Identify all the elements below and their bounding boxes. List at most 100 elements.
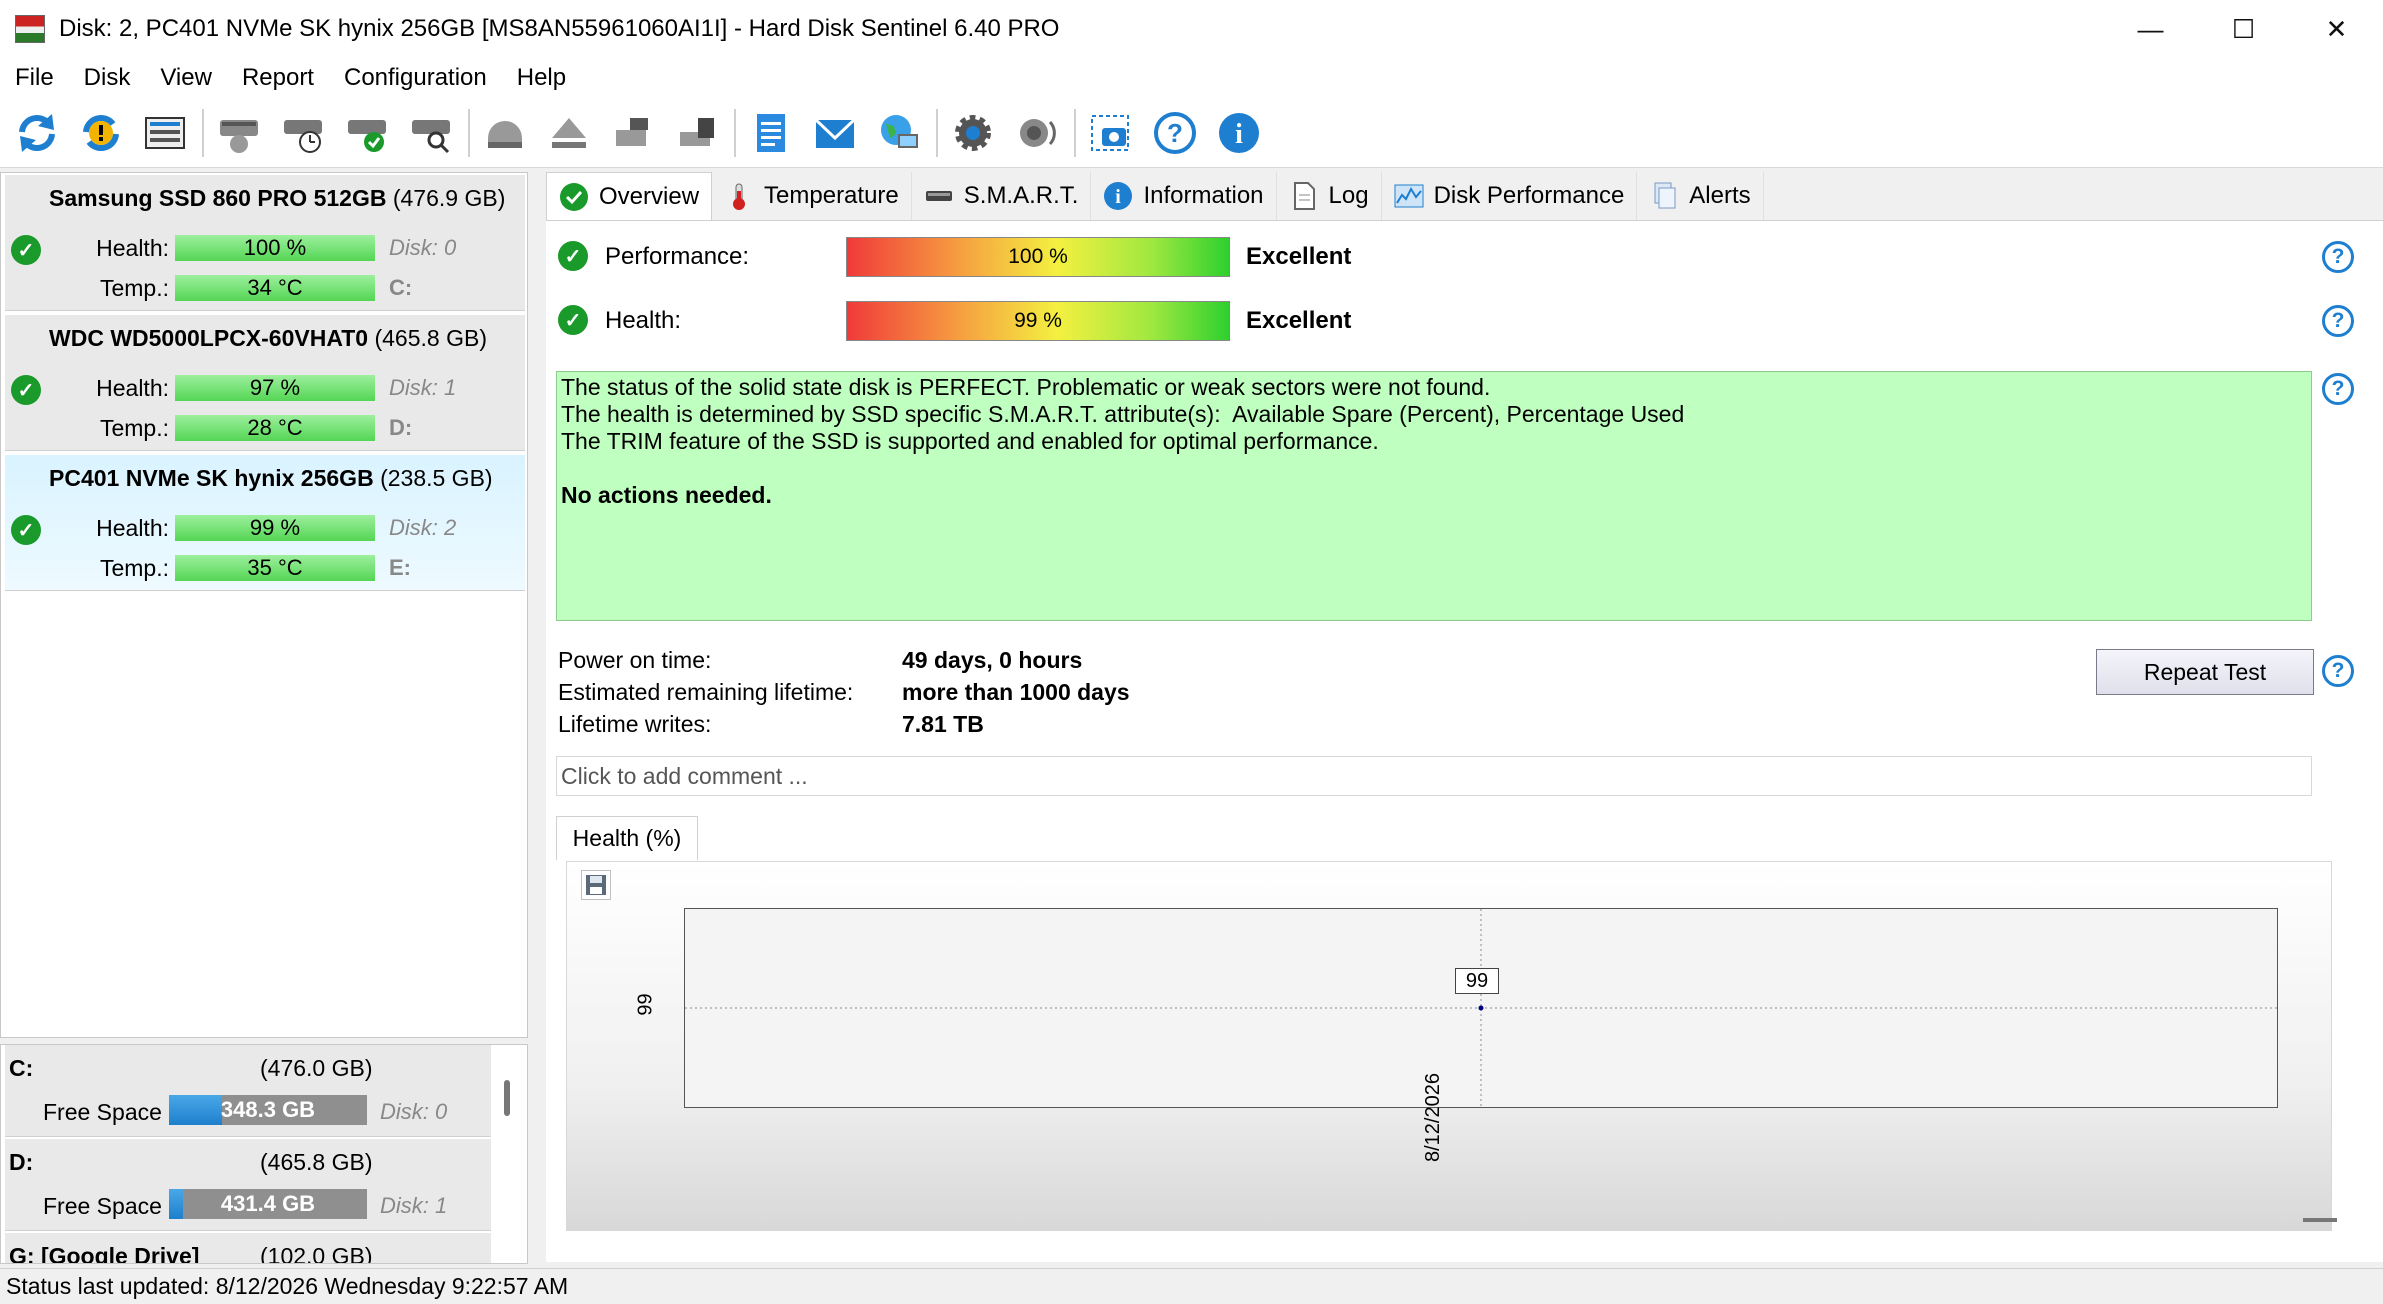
- temp-bar: 34 °C: [175, 275, 375, 301]
- menu-report[interactable]: Report: [227, 64, 329, 92]
- tab-log[interactable]: Log: [1276, 172, 1382, 220]
- tab-disk-performance[interactable]: Disk Performance: [1381, 172, 1638, 220]
- volume-size: (102.0 GB): [260, 1243, 373, 1264]
- free-space-value: 431.4 GB: [220, 1191, 316, 1216]
- disk-card-0[interactable]: Samsung SSD 860 PRO 512GB (476.9 GB) ✓ H…: [5, 175, 525, 311]
- repeat-test-button[interactable]: Repeat Test: [2096, 649, 2314, 695]
- power-on-label: Power on time:: [558, 647, 712, 673]
- toolbar: ? i: [0, 98, 2383, 168]
- check-icon: ✓: [558, 305, 588, 335]
- disk-schedule-icon[interactable]: [276, 106, 330, 160]
- status-line: The TRIM feature of the SSD is supported…: [561, 428, 1379, 454]
- tab-smart[interactable]: S.M.A.R.T.: [911, 172, 1092, 220]
- volume-disk: Disk: 1: [380, 1193, 448, 1218]
- health-bar: 99 %: [846, 301, 1230, 341]
- refresh-alert-icon[interactable]: [74, 106, 128, 160]
- tab-label: Information: [1143, 182, 1264, 209]
- tab-information[interactable]: i Information: [1091, 172, 1277, 220]
- alerts-icon: [1649, 181, 1679, 211]
- drive-gray-icon[interactable]: [478, 106, 532, 160]
- comment-field[interactable]: Click to add comment ...: [556, 756, 2312, 796]
- free-space-label: Free Space: [43, 1193, 162, 1219]
- help-icon[interactable]: ?: [2322, 305, 2354, 337]
- remaining-lifetime-label: Estimated remaining lifetime:: [558, 679, 854, 705]
- close-button[interactable]: ✕: [2290, 0, 2383, 58]
- refresh-icon[interactable]: [10, 106, 64, 160]
- y-tick-label: 99: [634, 993, 657, 1016]
- tab-temperature[interactable]: Temperature: [712, 172, 912, 220]
- health-label: Health:: [605, 307, 682, 334]
- volume-size: (465.8 GB): [260, 1149, 373, 1175]
- chart-resize-handle[interactable]: [2303, 1218, 2337, 1222]
- volume-item-g[interactable]: G: [Google Drive] (102.0 GB): [5, 1233, 491, 1264]
- menu-help[interactable]: Help: [502, 64, 581, 92]
- status-line: The status of the solid state disk is PE…: [561, 374, 1491, 400]
- volume-scrollbar[interactable]: [504, 1080, 510, 1116]
- help-icon[interactable]: ?: [2322, 373, 2354, 405]
- menu-disk[interactable]: Disk: [69, 64, 146, 92]
- data-label: 99: [1455, 968, 1499, 994]
- save-icon[interactable]: [581, 870, 611, 900]
- health-value: 99 %: [1014, 309, 1062, 332]
- disk-name: PC401 NVMe SK hynix 256GB: [49, 465, 374, 491]
- menu-view[interactable]: View: [145, 64, 227, 92]
- screenshot-icon[interactable]: [1084, 106, 1138, 160]
- disk-search-icon[interactable]: [404, 106, 458, 160]
- health-rating: Excellent: [1246, 307, 1352, 334]
- tab-alerts[interactable]: Alerts: [1637, 172, 1764, 220]
- disk-spin-icon[interactable]: [212, 106, 266, 160]
- maximize-button[interactable]: ☐: [2197, 0, 2290, 58]
- disk-size: (476.9 GB): [392, 185, 506, 211]
- drive-usb-icon[interactable]: [606, 106, 660, 160]
- sound-icon[interactable]: [1010, 106, 1064, 160]
- volume-letter: C:: [389, 275, 413, 300]
- disk-index: Disk: 0: [389, 235, 457, 260]
- power-on-value: 49 days, 0 hours: [902, 647, 1083, 673]
- check-icon: ✓: [558, 241, 588, 271]
- volume-letter: G: [Google Drive]: [9, 1243, 200, 1264]
- tab-health-chart[interactable]: Health (%): [556, 816, 698, 860]
- performance-label: Performance:: [605, 243, 750, 270]
- title-bar: Disk: 2, PC401 NVMe SK hynix 256GB [MS8A…: [0, 0, 2383, 58]
- help-icon[interactable]: ?: [2322, 655, 2354, 687]
- disk-ok-icon[interactable]: [340, 106, 394, 160]
- svg-text:i: i: [1116, 186, 1122, 208]
- temp-label: Temp.:: [99, 415, 169, 441]
- disk-index: Disk: 1: [389, 375, 457, 400]
- disk-list-icon[interactable]: [138, 106, 192, 160]
- eject-icon[interactable]: [542, 106, 596, 160]
- volume-item-c[interactable]: C: (476.0 GB) Free Space 348.3 GB Disk: …: [5, 1045, 491, 1137]
- health-label: Health:: [96, 515, 169, 541]
- drive-network-icon[interactable]: [670, 106, 724, 160]
- volume-item-d[interactable]: D: (465.8 GB) Free Space 431.4 GB Disk: …: [5, 1139, 491, 1231]
- info-icon: i: [1103, 181, 1133, 211]
- help-icon[interactable]: ?: [1148, 106, 1202, 160]
- minimize-button[interactable]: —: [2104, 0, 2197, 58]
- menu-configuration[interactable]: Configuration: [329, 64, 502, 92]
- free-space-value: 348.3 GB: [220, 1097, 316, 1122]
- health-label: Health:: [96, 235, 169, 261]
- disk-card-2[interactable]: PC401 NVMe SK hynix 256GB (238.5 GB) ✓ H…: [5, 455, 525, 591]
- email-icon[interactable]: [808, 106, 862, 160]
- menu-bar: File Disk View Report Configuration Help: [0, 58, 2383, 98]
- disk-index: Disk: 2: [389, 515, 457, 540]
- tab-label: Temperature: [764, 182, 899, 209]
- performance-row: ✓ Performance: 100 % Excellent: [558, 237, 2358, 277]
- tab-label: S.M.A.R.T.: [963, 182, 1079, 209]
- tab-label: Overview: [599, 182, 700, 210]
- performance-value: 100 %: [1008, 245, 1068, 268]
- info-icon[interactable]: i: [1212, 106, 1266, 160]
- report-icon[interactable]: [744, 106, 798, 160]
- disk-card-1[interactable]: WDC WD5000LPCX-60VHAT0 (465.8 GB) ✓ Heal…: [5, 315, 525, 451]
- toolbar-separator: [1074, 108, 1076, 157]
- settings-icon[interactable]: [946, 106, 1000, 160]
- health-row: ✓ Health: 99 % Excellent: [558, 301, 2358, 341]
- help-icon[interactable]: ?: [2322, 241, 2354, 273]
- volume-letter: C:: [9, 1055, 34, 1081]
- menu-file[interactable]: File: [0, 64, 69, 92]
- tab-overview[interactable]: Overview: [546, 172, 713, 220]
- status-bar: Status last updated: 8/12/2026 Wednesday…: [0, 1268, 2383, 1304]
- main-panel: Overview Temperature S.M.A.R.T. i Inform…: [546, 172, 2383, 1262]
- web-icon[interactable]: [872, 106, 926, 160]
- temp-bar: 35 °C: [175, 555, 375, 581]
